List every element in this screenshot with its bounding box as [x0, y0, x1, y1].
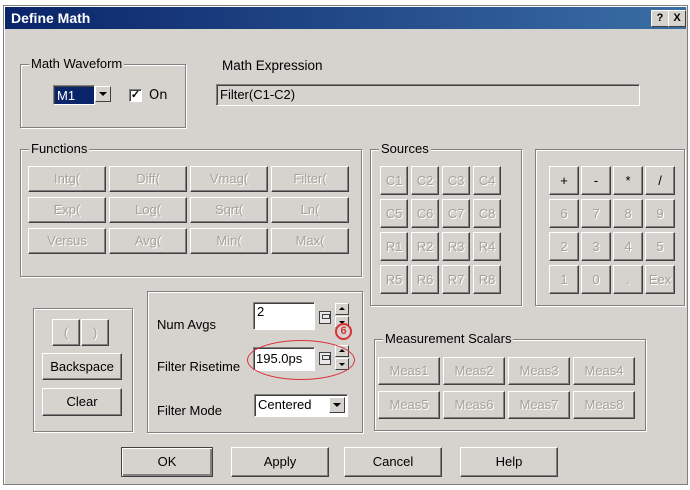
keypad-button-2[interactable]: * — [613, 166, 643, 195]
keypad-button-5[interactable]: 7 — [581, 199, 611, 228]
keypad-button-7[interactable]: 9 — [645, 199, 675, 228]
math-waveform-label: Math Waveform — [29, 56, 125, 71]
math-waveform-dropdown-icon[interactable] — [95, 86, 111, 102]
cancel-button[interactable]: Cancel — [344, 447, 442, 477]
close-title-button[interactable]: X — [668, 10, 686, 27]
function-button-8[interactable]: Versus — [28, 228, 106, 254]
measurement-button-6[interactable]: Meas7 — [508, 391, 570, 419]
annotation-ellipse — [247, 340, 355, 380]
source-button-15[interactable]: R8 — [473, 265, 501, 294]
on-label: On — [149, 88, 168, 103]
keypad-button-14[interactable]: . — [613, 265, 643, 294]
source-button-13[interactable]: R6 — [411, 265, 439, 294]
keypad-button-10[interactable]: 4 — [613, 232, 643, 261]
source-button-9[interactable]: R2 — [411, 232, 439, 261]
window-title: Define Math — [11, 10, 91, 26]
function-button-6[interactable]: Sqrt( — [190, 197, 268, 223]
open-paren-button[interactable]: ( — [52, 319, 80, 346]
keypad-button-1[interactable]: - — [581, 166, 611, 195]
clear-button[interactable]: Clear — [42, 388, 122, 416]
function-button-4[interactable]: Exp( — [28, 197, 106, 223]
keypad-button-0[interactable]: + — [549, 166, 579, 195]
apply-button[interactable]: Apply — [231, 447, 329, 477]
keypad-button-12[interactable]: 1 — [549, 265, 579, 294]
num-avgs-up-arrow-icon[interactable] — [335, 303, 349, 315]
measurement-button-2[interactable]: Meas3 — [508, 357, 570, 385]
keypad-button-15[interactable]: Eex — [645, 265, 675, 294]
source-button-6[interactable]: C7 — [442, 199, 470, 228]
measurement-button-0[interactable]: Meas1 — [378, 357, 440, 385]
filter-mode-dropdown-icon[interactable] — [329, 397, 345, 413]
filter-risetime-label: Filter Risetime — [157, 359, 241, 374]
function-button-9[interactable]: Avg( — [109, 228, 187, 254]
ok-button[interactable]: OK — [121, 447, 213, 477]
annotation-number-badge: 6 — [335, 323, 352, 340]
function-button-7[interactable]: Ln( — [271, 197, 349, 223]
source-button-8[interactable]: R1 — [380, 232, 408, 261]
help-title-button[interactable]: ? — [651, 10, 669, 27]
source-button-5[interactable]: C6 — [411, 199, 439, 228]
help-button[interactable]: Help — [460, 447, 558, 477]
source-button-10[interactable]: R3 — [442, 232, 470, 261]
measurement-scalars-label: Measurement Scalars — [383, 331, 514, 346]
num-avgs-keypad-icon[interactable] — [319, 311, 331, 324]
function-button-10[interactable]: Min( — [190, 228, 268, 254]
function-button-2[interactable]: Vmag( — [190, 166, 268, 192]
source-button-2[interactable]: C3 — [442, 166, 470, 195]
math-expression-field[interactable]: Filter(C1-C2) — [216, 84, 640, 106]
source-button-3[interactable]: C4 — [473, 166, 501, 195]
keypad-button-9[interactable]: 3 — [581, 232, 611, 261]
source-button-12[interactable]: R5 — [380, 265, 408, 294]
filter-mode-label: Filter Mode — [157, 403, 223, 418]
measurement-button-7[interactable]: Meas8 — [573, 391, 635, 419]
keypad-button-13[interactable]: 0 — [581, 265, 611, 294]
close-paren-button[interactable]: ) — [81, 319, 109, 346]
num-avgs-field[interactable]: 2 — [253, 302, 315, 330]
num-avgs-label: Num Avgs — [157, 317, 217, 332]
backspace-button[interactable]: Backspace — [42, 353, 122, 380]
measurement-button-1[interactable]: Meas2 — [443, 357, 505, 385]
source-button-7[interactable]: C8 — [473, 199, 501, 228]
keypad-button-4[interactable]: 6 — [549, 199, 579, 228]
title-bar: Define Math ? X — [5, 7, 686, 29]
function-button-1[interactable]: Diff( — [109, 166, 187, 192]
source-button-0[interactable]: C1 — [380, 166, 408, 195]
source-button-14[interactable]: R7 — [442, 265, 470, 294]
function-button-11[interactable]: Max( — [271, 228, 349, 254]
define-math-dialog: Define Math ? X Math Waveform M1 ✓ On Ma… — [3, 5, 688, 485]
functions-label: Functions — [29, 141, 90, 156]
keypad-button-11[interactable]: 5 — [645, 232, 675, 261]
function-button-3[interactable]: Filter( — [271, 166, 349, 192]
measurement-button-4[interactable]: Meas5 — [378, 391, 440, 419]
on-checkbox[interactable]: ✓ — [129, 89, 142, 102]
source-button-4[interactable]: C5 — [380, 199, 408, 228]
measurement-button-5[interactable]: Meas6 — [443, 391, 505, 419]
math-expression-label: Math Expression — [222, 58, 323, 73]
function-button-0[interactable]: Intg( — [28, 166, 106, 192]
source-button-11[interactable]: R4 — [473, 232, 501, 261]
keypad-button-3[interactable]: / — [645, 166, 675, 195]
math-waveform-select[interactable]: M1 — [53, 85, 95, 105]
source-button-1[interactable]: C2 — [411, 166, 439, 195]
keypad-button-6[interactable]: 8 — [613, 199, 643, 228]
sources-label: Sources — [379, 141, 431, 156]
keypad-button-8[interactable]: 2 — [549, 232, 579, 261]
measurement-button-3[interactable]: Meas4 — [573, 357, 635, 385]
function-button-5[interactable]: Log( — [109, 197, 187, 223]
